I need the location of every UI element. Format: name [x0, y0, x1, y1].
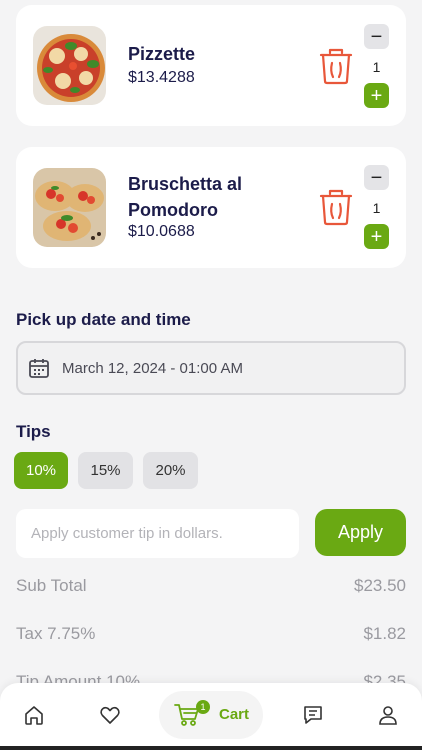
custom-tip-input[interactable]: [16, 509, 299, 558]
subtotal-row: Sub Total $23.50: [16, 576, 406, 596]
calendar-icon: [28, 357, 50, 379]
pickup-title: Pick up date and time: [16, 310, 191, 329]
tip-option-10[interactable]: 10%: [14, 452, 68, 489]
tip-option-20[interactable]: 20%: [143, 452, 198, 489]
decrease-quantity-button[interactable]: −: [364, 165, 389, 190]
increase-quantity-button[interactable]: +: [364, 224, 389, 249]
quantity-value: 1: [372, 59, 381, 75]
item-price: $10.0688: [128, 223, 195, 240]
decrease-quantity-button[interactable]: −: [364, 24, 389, 49]
pickup-date-value: March 12, 2024 - 01:00 AM: [62, 359, 243, 377]
trash-icon[interactable]: [319, 188, 353, 226]
cart-tab[interactable]: 1 Cart: [159, 691, 263, 739]
tax-row: Tax 7.75% $1.82: [16, 624, 406, 644]
profile-icon[interactable]: [374, 701, 402, 729]
tax-value: $1.82: [363, 624, 406, 643]
chat-icon[interactable]: [299, 701, 327, 729]
item-name: Bruschetta al Pomodoro: [128, 174, 243, 220]
subtotal-label: Sub Total: [16, 576, 87, 595]
trash-icon[interactable]: [319, 47, 353, 85]
home-indicator: [0, 746, 422, 750]
cart-tab-label: Cart: [219, 706, 250, 723]
pizzette-image: [33, 26, 106, 105]
item-name: Pizzette: [128, 44, 196, 64]
increase-quantity-button[interactable]: +: [364, 83, 389, 108]
cart-badge: 1: [196, 700, 210, 714]
tip-option-15[interactable]: 15%: [78, 452, 133, 489]
item-price: $13.4288: [128, 69, 195, 86]
pickup-date-field[interactable]: March 12, 2024 - 01:00 AM: [16, 341, 406, 395]
tips-title: Tips: [16, 422, 51, 441]
tax-label: Tax 7.75%: [16, 624, 96, 643]
bruschetta-image: [33, 168, 106, 247]
quantity-value: 1: [372, 200, 381, 216]
heart-icon[interactable]: [96, 701, 124, 729]
cart-item-card: Pizzette $13.4288 − 1 +: [16, 5, 406, 126]
subtotal-value: $23.50: [354, 576, 406, 595]
apply-tip-button[interactable]: Apply: [315, 509, 406, 556]
home-icon[interactable]: [20, 701, 48, 729]
bottom-nav: 1 Cart: [0, 683, 422, 750]
cart-item-card: Bruschetta al Pomodoro $10.0688 − 1 +: [16, 147, 406, 268]
